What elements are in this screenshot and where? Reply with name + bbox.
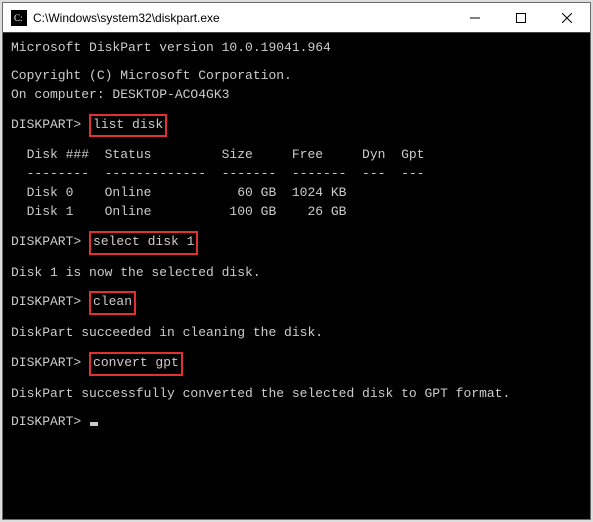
table-divider: -------- ------------- ------- ------- -… <box>11 165 582 184</box>
prompt-line-convert: DISKPART> convert gpt <box>11 352 582 376</box>
copyright-line: Copyright (C) Microsoft Corporation. <box>11 67 582 86</box>
prompt-line-active: DISKPART> <box>11 413 582 432</box>
clean-result: DiskPart succeeded in cleaning the disk. <box>11 324 582 343</box>
table-row: Disk 1 Online 100 GB 26 GB <box>11 203 582 222</box>
cursor <box>90 422 98 426</box>
cmd-select-highlight: select disk 1 <box>89 231 198 255</box>
select-result: Disk 1 is now the selected disk. <box>11 264 582 283</box>
svg-text:C:: C: <box>14 13 23 23</box>
prompt-line-select: DISKPART> select disk 1 <box>11 231 582 255</box>
prompt-line-clean: DISKPART> clean <box>11 291 582 315</box>
cmd-clean-highlight: clean <box>89 291 136 315</box>
computer-line: On computer: DESKTOP-ACO4GK3 <box>11 86 582 105</box>
convert-result: DiskPart successfully converted the sele… <box>11 385 582 404</box>
table-header: Disk ### Status Size Free Dyn Gpt <box>11 146 582 165</box>
app-icon: C: <box>11 10 27 26</box>
version-line: Microsoft DiskPart version 10.0.19041.96… <box>11 39 582 58</box>
cmd-convert-highlight: convert gpt <box>89 352 183 376</box>
prompt-label: DISKPART> <box>11 117 89 132</box>
prompt-label: DISKPART> <box>11 355 89 370</box>
maximize-button[interactable] <box>498 3 544 32</box>
diskpart-window: C: C:\Windows\system32\diskpart.exe Micr… <box>2 2 591 520</box>
titlebar: C: C:\Windows\system32\diskpart.exe <box>3 3 590 33</box>
window-title: C:\Windows\system32\diskpart.exe <box>33 11 452 25</box>
window-controls <box>452 3 590 32</box>
table-row: Disk 0 Online 60 GB 1024 KB <box>11 184 582 203</box>
prompt-line-list: DISKPART> list disk <box>11 114 582 138</box>
minimize-button[interactable] <box>452 3 498 32</box>
cmd-list-highlight: list disk <box>89 114 167 138</box>
prompt-label: DISKPART> <box>11 294 89 309</box>
terminal-output[interactable]: Microsoft DiskPart version 10.0.19041.96… <box>3 33 590 519</box>
prompt-label: DISKPART> <box>11 234 89 249</box>
close-button[interactable] <box>544 3 590 32</box>
prompt-label: DISKPART> <box>11 414 89 429</box>
